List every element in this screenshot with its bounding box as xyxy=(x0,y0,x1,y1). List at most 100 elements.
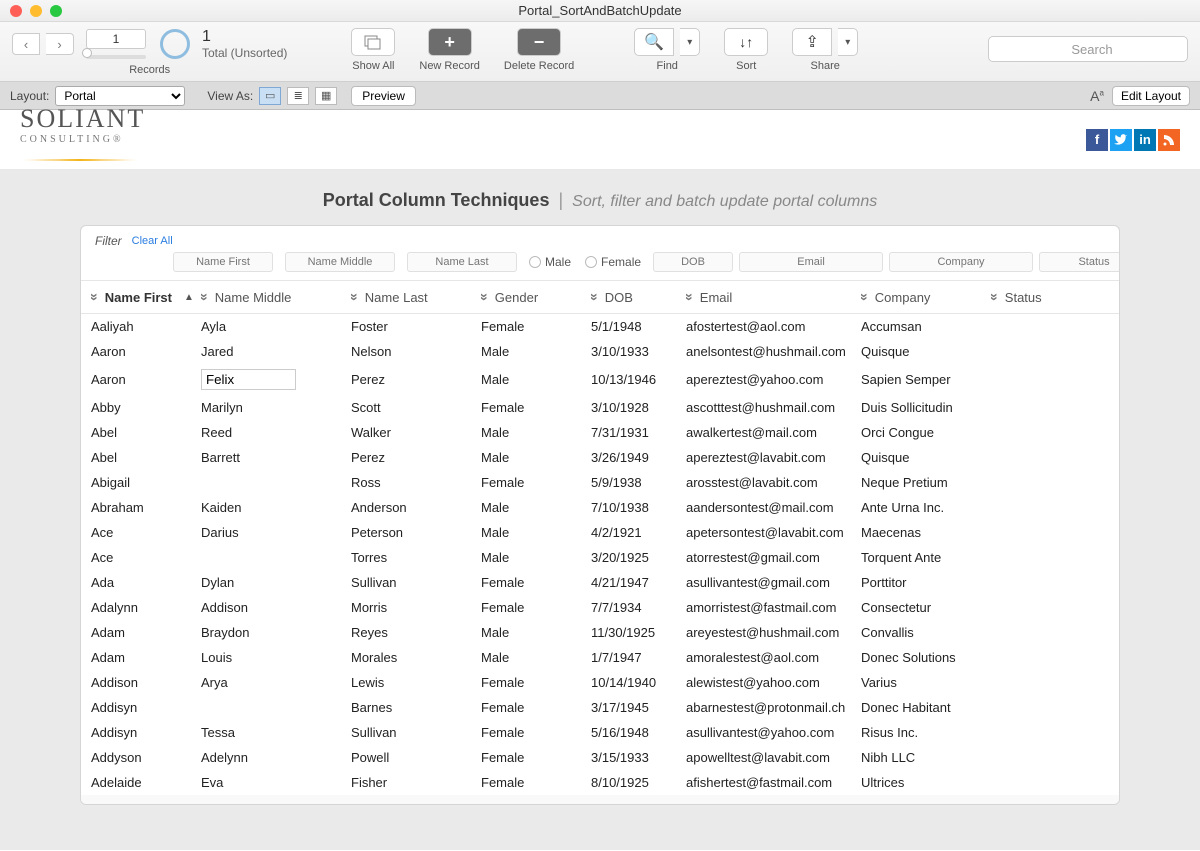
edit-layout-button[interactable]: Edit Layout xyxy=(1112,86,1190,106)
find-dropdown[interactable]: ▾ xyxy=(680,28,700,56)
cell-middle: Darius xyxy=(201,525,239,540)
table-body[interactable]: AaliyahAylaFosterFemale5/1/1948afosterte… xyxy=(81,314,1119,804)
filter-last-input[interactable] xyxy=(407,252,517,272)
table-row[interactable]: AbelBarrettPerezMale3/26/1949apereztest@… xyxy=(81,445,1119,470)
table-row[interactable]: AddisonAryaLewisFemale10/14/1940alewiste… xyxy=(81,670,1119,695)
table-row[interactable]: AaronPerezMale10/13/1946apereztest@yahoo… xyxy=(81,364,1119,395)
table-row[interactable]: AaronJaredNelsonMale3/10/1933anelsontest… xyxy=(81,339,1119,364)
table-row[interactable]: AbigailRossFemale5/9/1938arosstest@lavab… xyxy=(81,470,1119,495)
find-group: 🔍 ▾ Find xyxy=(634,28,700,72)
layout-label: Layout: xyxy=(10,89,49,103)
filter-male-radio[interactable]: Male xyxy=(529,255,571,269)
table-row[interactable]: AdalynnAddisonMorrisFemale7/7/1934amorri… xyxy=(81,595,1119,620)
view-table-button[interactable]: ▦ xyxy=(315,87,337,105)
cell-last: Perez xyxy=(351,450,481,465)
toolbar: ‹ › 1 1 Total (Unsorted) Records Show Al… xyxy=(0,22,1200,82)
col-header-last[interactable]: Name Last xyxy=(351,289,481,305)
social-icons: f in xyxy=(1086,129,1180,151)
share-button[interactable]: ⇪ xyxy=(792,28,832,56)
sort-button[interactable]: ↓↑ xyxy=(724,28,768,56)
cell-first: Abby xyxy=(91,400,201,415)
cell-email: apereztest@yahoo.com xyxy=(686,372,861,387)
col-header-middle[interactable]: Name Middle xyxy=(201,289,351,305)
col-header-company[interactable]: Company xyxy=(861,289,991,305)
col-header-dob[interactable]: DOB xyxy=(591,289,686,305)
linkedin-icon[interactable]: in xyxy=(1134,129,1156,151)
filter-dob-input[interactable] xyxy=(653,252,733,272)
col-header-email[interactable]: Email xyxy=(686,289,861,305)
table-row[interactable]: AdelaideEvaFisherFemale8/10/1925afishert… xyxy=(81,770,1119,795)
cell-dob: 10/14/1940 xyxy=(591,675,686,690)
view-list-button[interactable]: ≣ xyxy=(287,87,309,105)
cell-gender: Female xyxy=(481,600,591,615)
cell-dob: 11/30/1925 xyxy=(591,625,686,640)
cell-middle: Marilyn xyxy=(201,400,243,415)
facebook-icon[interactable]: f xyxy=(1086,129,1108,151)
twitter-icon[interactable] xyxy=(1110,129,1132,151)
find-button[interactable]: 🔍 xyxy=(634,28,674,56)
col-header-status[interactable]: Status xyxy=(991,289,1091,305)
table-row[interactable]: AdaDylanSullivanFemale4/21/1947asullivan… xyxy=(81,570,1119,595)
filter-company-input[interactable] xyxy=(889,252,1033,272)
delete-record-button[interactable]: − xyxy=(517,28,561,56)
share-dropdown[interactable]: ▾ xyxy=(838,28,858,56)
table-row[interactable]: AdamLouisMoralesMale1/7/1947amoralestest… xyxy=(81,645,1119,670)
col-header-gender[interactable]: Gender xyxy=(481,289,591,305)
cell-last: Lewis xyxy=(351,675,481,690)
cell-dob: 7/31/1931 xyxy=(591,425,686,440)
maximize-window-icon[interactable] xyxy=(50,5,62,17)
text-format-icon[interactable]: Aa xyxy=(1090,88,1104,104)
cell-middle: Reed xyxy=(201,425,232,440)
table-row[interactable]: AddisynTessaSullivanFemale5/16/1948asull… xyxy=(81,720,1119,745)
table-row[interactable]: AbbyMarilynScottFemale3/10/1928ascotttes… xyxy=(81,395,1119,420)
column-headers: Name First Name Middle Name Last Gender … xyxy=(81,280,1119,314)
cell-middle: Addison xyxy=(201,600,248,615)
record-slider[interactable] xyxy=(86,55,146,59)
cell-gender: Female xyxy=(481,700,591,715)
cell-editor[interactable] xyxy=(201,369,296,390)
cell-gender: Female xyxy=(481,750,591,765)
show-all-button[interactable] xyxy=(351,28,395,56)
rss-icon[interactable] xyxy=(1158,129,1180,151)
table-row[interactable]: AbelReedWalkerMale7/31/1931awalkertest@m… xyxy=(81,420,1119,445)
search-input[interactable] xyxy=(988,36,1188,62)
col-header-first[interactable]: Name First xyxy=(91,289,201,305)
cell-last: Perez xyxy=(351,372,481,387)
filter-email-input[interactable] xyxy=(739,252,883,272)
cell-gender: Male xyxy=(481,372,591,387)
new-record-button[interactable]: + xyxy=(428,28,472,56)
cell-email: ascotttest@hushmail.com xyxy=(686,400,861,415)
cell-last: Morris xyxy=(351,600,481,615)
window-title: Portal_SortAndBatchUpdate xyxy=(518,3,681,18)
record-number-field[interactable]: 1 xyxy=(86,29,146,49)
layout-select[interactable]: Portal xyxy=(55,86,185,106)
table-row[interactable]: AdamBraydonReyesMale11/30/1925areyestest… xyxy=(81,620,1119,645)
cell-dob: 5/1/1948 xyxy=(591,319,686,334)
table-row[interactable]: AaliyahAylaFosterFemale5/1/1948afosterte… xyxy=(81,314,1119,339)
cell-company: Quisque xyxy=(861,344,991,359)
cell-middle: Jared xyxy=(201,344,234,359)
close-window-icon[interactable] xyxy=(10,5,22,17)
cell-gender: Male xyxy=(481,625,591,640)
table-row[interactable]: AceTorresMale3/20/1925atorrestest@gmail.… xyxy=(81,545,1119,570)
cell-dob: 8/10/1925 xyxy=(591,775,686,790)
filter-status-input[interactable] xyxy=(1039,252,1120,272)
table-row[interactable]: AddisynBarnesFemale3/17/1945abarnestest@… xyxy=(81,695,1119,720)
preview-button[interactable]: Preview xyxy=(351,86,416,106)
filter-female-radio[interactable]: Female xyxy=(585,255,641,269)
table-row[interactable]: AbrahamKaidenAndersonMale7/10/1938aander… xyxy=(81,495,1119,520)
view-form-button[interactable]: ▭ xyxy=(259,87,281,105)
prev-record-button[interactable]: ‹ xyxy=(12,33,40,55)
table-row[interactable]: AddysonAdelynnPowellFemale3/15/1933apowe… xyxy=(81,745,1119,770)
layoutbar: Layout: Portal View As: ▭ ≣ ▦ Preview Aa… xyxy=(0,82,1200,110)
clear-all-link[interactable]: Clear All xyxy=(132,235,173,247)
cell-company: Accumsan xyxy=(861,319,991,334)
cell-last: Foster xyxy=(351,319,481,334)
filter-first-input[interactable] xyxy=(173,252,273,272)
window-controls xyxy=(10,5,62,17)
minimize-window-icon[interactable] xyxy=(30,5,42,17)
filter-middle-input[interactable] xyxy=(285,252,395,272)
next-record-button[interactable]: › xyxy=(46,33,74,55)
table-row[interactable]: AceDariusPetersonMale4/2/1921apetersonte… xyxy=(81,520,1119,545)
logo-tagline: CONSULTING® xyxy=(20,134,145,145)
